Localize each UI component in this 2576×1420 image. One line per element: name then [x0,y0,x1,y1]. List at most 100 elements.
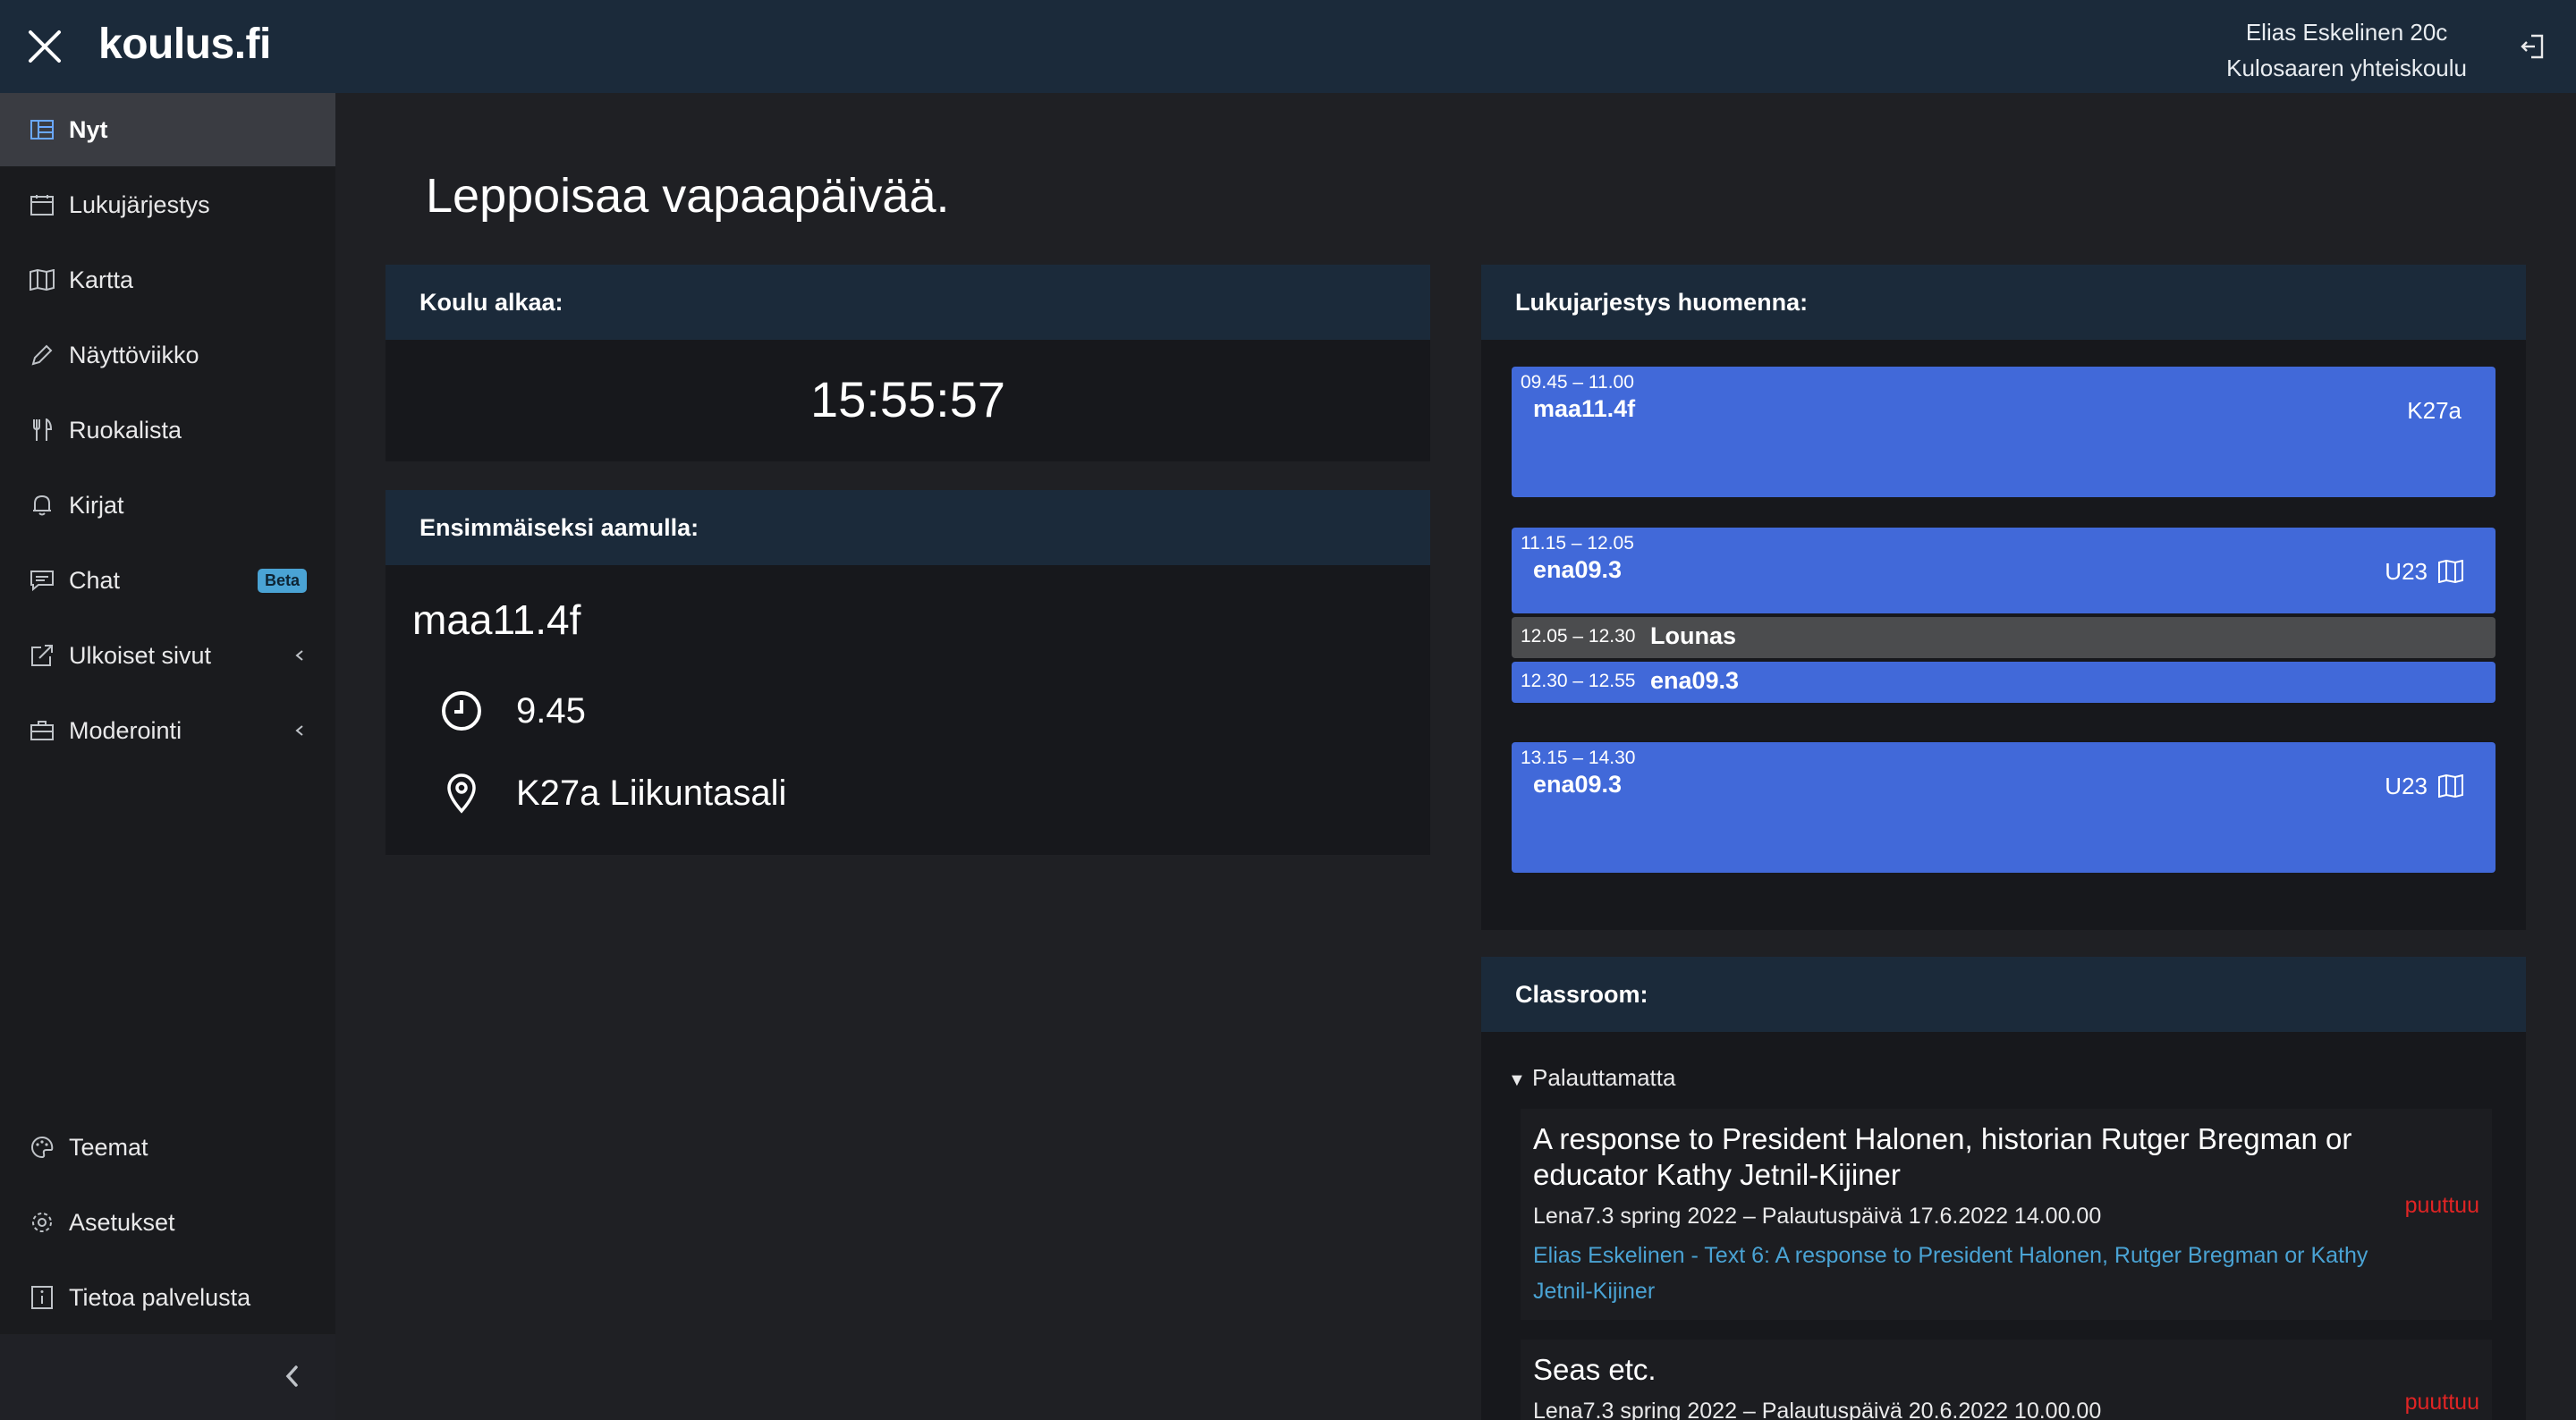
tomorrow-schedule-card: Lukujarjestys huomenna: 09.45 – 11.00 ma… [1481,265,2526,930]
slot-room: K27a [2407,397,2462,424]
collapse-sidebar-button[interactable] [279,1363,306,1390]
page-title: Leppoisaa vapaapäivää. [426,169,950,223]
sidebar-item-tietoa-palvelusta[interactable]: Tietoa palvelusta [0,1261,335,1334]
slot-time: 11.15 – 12.05 [1521,533,1634,554]
briefcase-icon [29,717,55,744]
chevron-left-icon [285,1365,298,1387]
beta-badge: Beta [257,568,307,593]
assignment-title: A response to President Halonen, histori… [1533,1122,2352,1191]
assignment-attachment-link[interactable]: Elias Eskelinen - Text 6: A response to … [1533,1238,2428,1309]
sidebar-item-moderointi[interactable]: Moderointi [0,694,335,767]
sidebar-item-label: Chat [69,566,121,594]
sidebar-item-kartta[interactable]: Kartta [0,243,335,317]
palette-icon [29,1134,55,1161]
logout-icon [2521,34,2544,59]
card-header: Classroom: [1481,957,2526,1032]
map-icon [29,266,55,293]
assignment-title: Seas etc. [1533,1353,1657,1386]
gear-icon [29,1209,55,1236]
info-icon [29,1284,55,1311]
user-info: Elias Eskelinen 20c Kulosaaren yhteiskou… [2226,14,2467,86]
assignment-meta: Lena7.3 spring 2022 – Palautuspäivä 20.6… [1533,1399,2102,1420]
first-lesson-card: Ensimmäiseksi aamulla: maa11.4f 9.45 K27… [386,490,1430,855]
utensils-icon [29,417,55,444]
sidebar-item-nyt[interactable]: Nyt [0,93,335,166]
card-header: Koulu alkaa: [386,265,1430,340]
sidebar-item-label: Ulkoiset sivut [69,641,212,669]
slot-time: 12.05 – 12.30 [1521,626,1636,647]
first-lesson-course: maa11.4f [412,596,581,643]
sidebar-footer [0,1334,335,1420]
sidebar-item-label: Kirjat [69,491,124,519]
school-name: Kulosaaren yhteiskoulu [2226,55,2467,81]
location-pin-icon [439,771,484,816]
schedule-slot[interactable]: 13.15 – 14.30 ena09.3 U23 [1512,742,2496,873]
assignment-item[interactable]: Seas etc. Lena7.3 spring 2022 – Palautus… [1521,1340,2492,1420]
first-lesson-time-row: 9.45 [439,689,586,733]
slot-course: ena09.3 [1650,667,1740,694]
chat-icon [29,567,55,594]
sidebar-item-ulkoiset-sivut[interactable]: Ulkoiset sivut [0,619,335,692]
first-lesson-location-row: K27a Liikuntasali [439,771,786,816]
school-starts-card: Koulu alkaa: 15:55:57 [386,265,1430,461]
table-icon [29,116,55,143]
classroom-card: Classroom: ▼ Palauttamatta A response to… [1481,957,2526,1420]
slot-course: maa11.4f [1533,395,1636,422]
clock-icon [439,689,484,733]
assignment-item[interactable]: A response to President Halonen, histori… [1521,1109,2492,1320]
card-header: Ensimmäiseksi aamulla: [386,490,1430,565]
sidebar: Nyt Lukujärjestys Kartta Näyttöviikko Ru… [0,93,335,1420]
sidebar-item-ruokalista[interactable]: Ruokalista [0,393,335,467]
assignment-status: puuttuu [2404,1390,2479,1415]
slot-time: 13.15 – 14.30 [1521,748,1636,768]
sidebar-item-label: Asetukset [69,1208,175,1236]
top-bar: koulus.fi Elias Eskelinen 20c Kulosaaren… [0,0,2576,93]
sidebar-item-asetukset[interactable]: Asetukset [0,1186,335,1259]
map-icon[interactable] [2438,774,2463,798]
slot-time: 12.30 – 12.55 [1521,671,1636,691]
close-icon [29,30,61,63]
external-link-icon [29,642,55,669]
user-name: Elias Eskelinen 20c [2245,19,2448,46]
sidebar-item-label: Lukujärjestys [69,190,210,218]
slot-room: U23 [2385,773,2428,799]
card-header: Lukujarjestys huomenna: [1481,265,2526,340]
sidebar-item-label: Ruokalista [69,416,182,444]
first-lesson-time: 9.45 [516,690,586,731]
assignment-meta: Lena7.3 spring 2022 – Palautuspäivä 17.6… [1533,1204,2102,1229]
slot-room: U23 [2385,558,2428,585]
pencil-icon [29,342,55,368]
sidebar-item-label: Tietoa palvelusta [69,1283,251,1311]
sidebar-item-kirjat[interactable]: Kirjat [0,469,335,542]
slot-course: ena09.3 [1533,771,1623,798]
sidebar-item-label: Nyt [69,115,108,143]
logout-button[interactable] [2519,32,2547,61]
sidebar-item-label: Näyttöviikko [69,341,199,368]
schedule-slot[interactable]: 11.15 – 12.05 ena09.3 U23 [1512,528,2496,613]
chevron-left-icon [295,725,303,736]
sidebar-item-label: Moderointi [69,716,182,744]
first-lesson-location: K27a Liikuntasali [516,773,787,813]
sidebar-item-lukujarjestys[interactable]: Lukujärjestys [0,168,335,241]
sidebar-item-teemat[interactable]: Teemat [0,1111,335,1184]
chevron-left-icon [295,650,303,661]
disclosure-triangle-icon: ▼ [1508,1070,1526,1090]
slot-course: ena09.3 [1533,556,1623,583]
sidebar-item-label: Teemat [69,1133,148,1161]
slot-course: Lounas [1650,622,1737,649]
sidebar-item-label: Kartta [69,266,134,293]
schedule-slot[interactable]: 09.45 – 11.00 maa11.4f K27a [1512,367,2496,497]
pending-section-toggle[interactable]: ▼ Palauttamatta [1508,1064,1675,1092]
sidebar-item-chat[interactable]: Chat Beta [0,544,335,617]
pending-section-label: Palauttamatta [1532,1064,1676,1091]
assignment-status: puuttuu [2404,1193,2479,1218]
sidebar-item-nayttoviikko[interactable]: Näyttöviikko [0,318,335,392]
calendar-icon [29,191,55,218]
countdown-clock: 15:55:57 [810,371,1005,427]
schedule-slot-lunch: 12.05 – 12.30 Lounas [1512,617,2496,658]
bell-icon [29,492,55,519]
schedule-slot[interactable]: 12.30 – 12.55 ena09.3 [1512,662,2496,703]
map-icon[interactable] [2438,560,2463,583]
brand-logo[interactable]: koulus.fi [98,20,271,69]
close-menu-button[interactable] [25,27,64,66]
